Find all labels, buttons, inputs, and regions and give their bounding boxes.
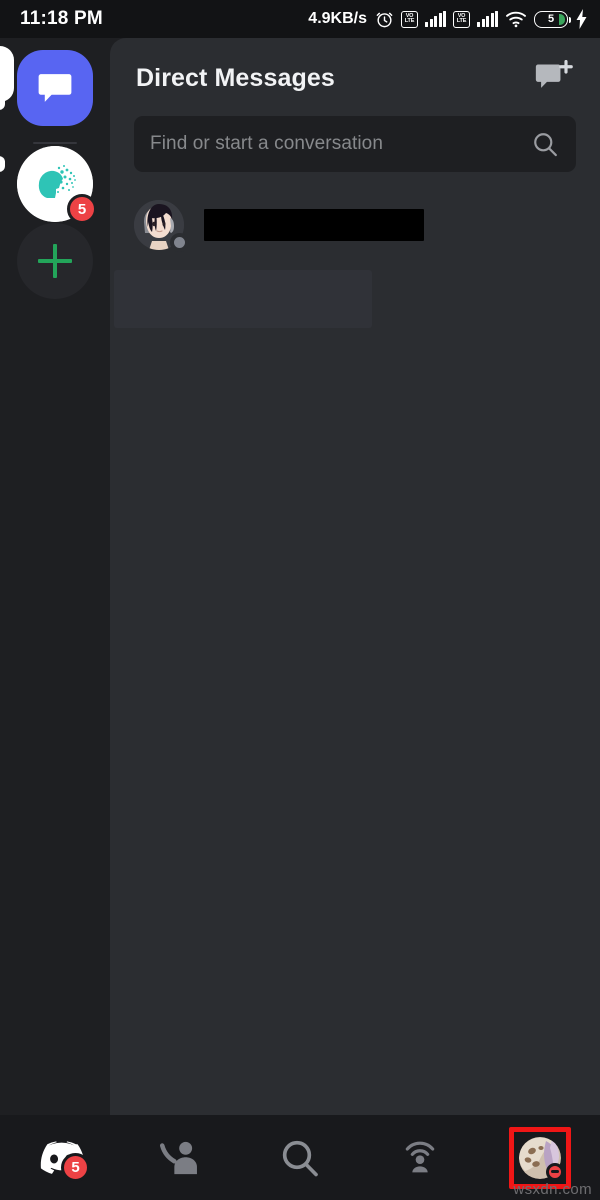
nav-item-search[interactable] xyxy=(240,1115,360,1200)
panel-header: Direct Messages xyxy=(110,38,600,96)
add-server-button[interactable] xyxy=(17,223,93,299)
new-message-icon[interactable] xyxy=(534,59,574,96)
mentions-icon xyxy=(405,1141,435,1172)
server-rail: 5 xyxy=(0,38,110,1115)
search-bar[interactable]: Find or start a conversation xyxy=(134,116,576,172)
rail-divider xyxy=(33,142,77,144)
volte-icon-sim1: VO LTE xyxy=(401,10,418,28)
battery-level-label: 5 xyxy=(547,13,555,25)
status-badge xyxy=(546,1162,564,1181)
status-bar: 11:18 PM 4.9KB/s VO LTE VO LTE 5 xyxy=(0,0,600,38)
page-title: Direct Messages xyxy=(136,63,335,92)
status-icons: 4.9KB/s VO LTE VO LTE 5 xyxy=(308,9,588,29)
search-icon xyxy=(282,1140,318,1176)
signal-bars-icon-sim1 xyxy=(425,11,446,27)
watermark: wsxdn.com xyxy=(513,1181,592,1198)
app-root: 11:18 PM 4.9KB/s VO LTE VO LTE 5 5 Direc… xyxy=(0,0,600,1200)
redacted-content-block xyxy=(114,270,372,328)
active-server-indicator xyxy=(0,66,5,110)
signal-bars-icon-sim2 xyxy=(477,11,498,27)
nav-item-mentions[interactable] xyxy=(360,1115,480,1200)
nav-item-friends[interactable] xyxy=(120,1115,240,1200)
direct-messages-button[interactable] xyxy=(17,50,93,126)
battery-indicator: 5 xyxy=(534,10,571,28)
plus-icon xyxy=(38,244,72,278)
friends-icon xyxy=(159,1141,197,1174)
server-unread-badge: 5 xyxy=(67,194,97,224)
volte-icon-sim2: VO LTE xyxy=(453,10,470,28)
unread-server-indicator xyxy=(0,156,5,172)
lightning-bolt-icon xyxy=(575,9,588,29)
status-badge xyxy=(170,233,189,252)
speech-bubble-icon xyxy=(38,74,72,102)
search-icon xyxy=(532,131,558,157)
servers-unread-badge: 5 xyxy=(61,1153,90,1182)
bottom-navigation-bar: 5 xyxy=(0,1115,600,1200)
status-clock: 11:18 PM xyxy=(20,8,103,29)
wifi-icon xyxy=(505,10,527,28)
nav-item-servers[interactable]: 5 xyxy=(0,1115,120,1200)
sidebar-server-item[interactable]: 5 xyxy=(17,146,97,224)
conversation-list xyxy=(110,194,600,328)
user-avatar-button[interactable] xyxy=(509,1126,571,1189)
avatar xyxy=(134,200,189,252)
direct-messages-panel: Direct Messages Find or start a conversa… xyxy=(110,38,600,1115)
alarm-clock-icon xyxy=(375,10,394,29)
conversation-name-redacted xyxy=(204,209,424,241)
search-input[interactable]: Find or start a conversation xyxy=(150,133,532,155)
network-speed-label: 4.9KB/s xyxy=(308,10,367,27)
list-item[interactable] xyxy=(110,194,600,256)
